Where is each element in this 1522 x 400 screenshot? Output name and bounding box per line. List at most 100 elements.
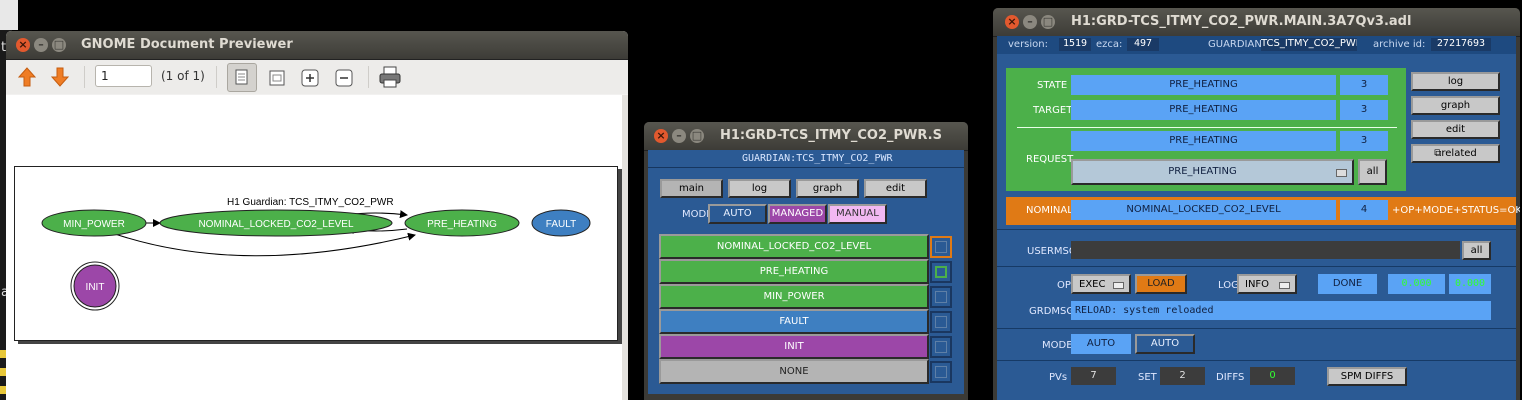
fit-page-button[interactable] [227,63,257,92]
edit-button[interactable]: edit [1411,120,1500,139]
medm-states-title: H1:GRD-TCS_ITMY_CO2_PWR.S [720,128,942,143]
medm-main-window: × – □ H1:GRD-TCS_ITMY_CO2_PWR.MAIN.3A7Qv… [993,8,1520,400]
svg-text:MIN_POWER: MIN_POWER [63,219,125,230]
maximize-icon[interactable]: □ [690,129,704,143]
state-button-init[interactable]: INIT [659,334,929,359]
svg-text:FAULT: FAULT [546,219,576,230]
pvs-label: PVs [1049,372,1068,383]
state-indicator-none [930,361,952,383]
state-indicator-min-power [930,286,952,308]
usermsg-all-button[interactable]: all [1462,241,1491,260]
minimize-icon[interactable]: – [1023,15,1037,29]
mode-managed-button[interactable]: MANAGED [768,204,827,224]
document-page: H1 Guardian: TCS_ITMY_CO2_PWR MIN_POWER … [14,166,618,341]
graph-edge [114,232,416,257]
document-area: H1 Guardian: TCS_ITMY_CO2_PWR MIN_POWER … [6,95,628,400]
zoom-out-icon[interactable] [333,67,355,89]
mode-value: AUTO [1071,334,1131,354]
toolbar-separator [368,66,369,88]
mode-auto-button[interactable]: AUTO [1135,334,1195,354]
request-select-value: PRE_HEATING [1168,166,1237,177]
page-input-value: 1 [101,69,109,83]
document-scrollbar[interactable] [622,95,628,400]
arrow-up-icon[interactable] [16,66,38,88]
edit-button[interactable]: edit [864,179,927,198]
print-icon[interactable] [378,65,402,89]
op-select[interactable]: EXEC [1071,274,1131,294]
previewer-toolbar: 1 (1 of 1) [6,60,628,94]
guardian-value: TCS_ITMY_CO2_PWR [1261,38,1357,51]
elapsed-value-1: 0.000 [1388,274,1445,294]
section-divider [997,360,1516,361]
request-index: 3 [1340,131,1388,151]
page-input[interactable]: 1 [95,65,152,87]
log-button[interactable]: log [728,179,791,198]
state-index: 3 [1340,75,1388,95]
log-level-value: INFO [1245,279,1270,290]
close-icon[interactable]: × [654,129,668,143]
state-button-fault[interactable]: FAULT [659,309,929,334]
medm-main-title: H1:GRD-TCS_ITMY_CO2_PWR.MAIN.3A7Qv3.adl [1071,14,1412,29]
close-icon[interactable]: × [1005,15,1019,29]
minimize-icon[interactable]: – [34,38,48,52]
log-level-label: LOG [1218,280,1239,291]
set-value: 2 [1160,367,1205,385]
fit-width-icon[interactable] [266,67,288,89]
maximize-icon[interactable]: □ [52,38,66,52]
op-select-value: EXEC [1079,279,1106,290]
request-select[interactable]: PRE_HEATING [1071,159,1354,185]
request-value: PRE_HEATING [1071,131,1336,151]
arrow-down-icon[interactable] [49,66,71,88]
state-button-min-power[interactable]: MIN_POWER [659,284,929,309]
section-divider [997,328,1516,329]
maximize-icon[interactable]: □ [1041,15,1055,29]
done-indicator: DONE [1318,274,1377,294]
main-button[interactable]: main [660,179,723,198]
minimize-icon[interactable]: – [672,129,686,143]
guardian-label: GUARDIAN:TCS_ITMY_CO2_PWR [742,153,893,164]
state-value: PRE_HEATING [1071,75,1336,95]
page-count: (1 of 1) [161,69,205,83]
svg-text:NOMINAL_LOCKED_CO2_LEVEL: NOMINAL_LOCKED_CO2_LEVEL [198,219,354,230]
dropdown-arrow-icon [1279,282,1290,289]
grdmsg-label: GRDMSG [1029,306,1075,317]
mode-manual-button[interactable]: MANUAL [828,204,887,224]
nominal-value: NOMINAL_LOCKED_CO2_LEVEL [1071,200,1336,220]
section-divider [997,229,1516,230]
graph-button[interactable]: graph [796,179,859,198]
previewer-titlebar[interactable]: × – □ GNOME Document Previewer [6,31,628,60]
close-icon[interactable]: × [16,38,30,52]
state-button-pre-heating[interactable]: PRE_HEATING [659,259,929,284]
nominal-status-flags: +OP+MODE+STATUS=OK [1392,205,1520,216]
elapsed-value-2: 0.000 [1449,274,1491,294]
request-all-button[interactable]: all [1358,159,1387,185]
pvs-value: 7 [1071,367,1116,385]
mode-auto-button[interactable]: AUTO [708,204,767,224]
ezca-label: ezca: [1096,39,1123,50]
state-graph: H1 Guardian: TCS_ITMY_CO2_PWR MIN_POWER … [41,197,591,311]
state-button-nominal[interactable]: NOMINAL_LOCKED_CO2_LEVEL [659,234,929,259]
state-divider [1017,127,1397,128]
version-label: version: [1008,39,1048,50]
graph-button[interactable]: graph [1411,96,1500,115]
related-button[interactable]: ⧉related [1411,144,1500,163]
zoom-in-icon[interactable] [299,67,321,89]
fit-page-icon [235,69,248,85]
archive-label: archive id: [1373,39,1426,50]
toolbar-separator [216,66,217,88]
version-value: 1519 [1059,38,1091,51]
state-button-none[interactable]: NONE [659,359,929,384]
log-level-select[interactable]: INFO [1237,274,1297,294]
ezca-value: 497 [1127,38,1159,51]
log-button[interactable]: log [1411,72,1500,91]
medm-states-window: × – □ H1:GRD-TCS_ITMY_CO2_PWR.S GUARDIAN… [644,122,968,400]
state-label: STATE [1037,80,1068,91]
archive-value: 27217693 [1431,38,1491,51]
section-divider [997,266,1516,267]
spm-diffs-button[interactable]: SPM DIFFS [1327,367,1407,386]
medm-states-titlebar[interactable]: × – □ H1:GRD-TCS_ITMY_CO2_PWR.S [644,122,968,151]
nominal-index: 4 [1340,200,1388,220]
load-button[interactable]: LOAD [1135,274,1187,294]
info-strip: version: 1519 ezca: 497 GUARDIAN: TCS_IT… [997,36,1516,54]
medm-main-titlebar[interactable]: × – □ H1:GRD-TCS_ITMY_CO2_PWR.MAIN.3A7Qv… [993,8,1520,37]
